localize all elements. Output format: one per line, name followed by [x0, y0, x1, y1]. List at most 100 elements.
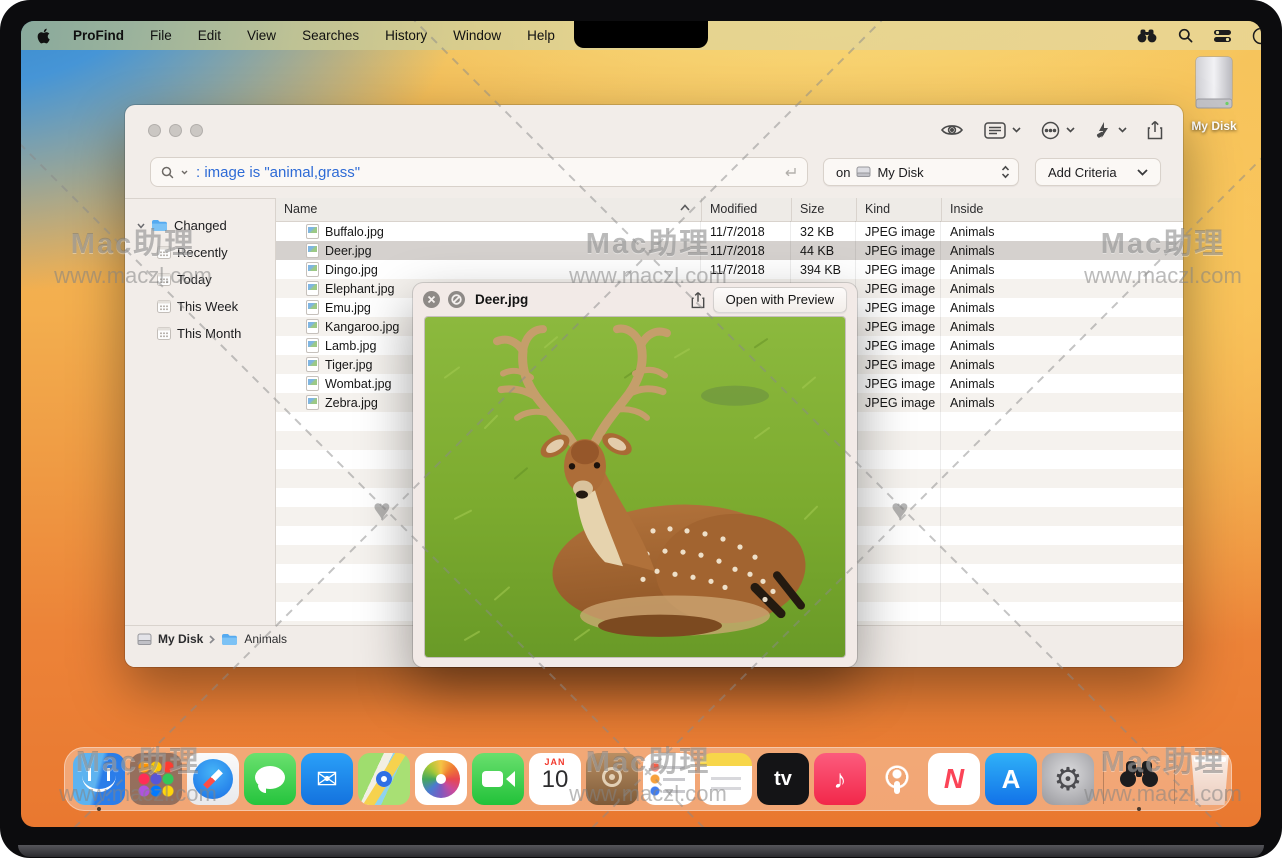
list-view-control[interactable]: [984, 122, 1021, 139]
menu-item-help[interactable]: Help: [514, 21, 568, 50]
dock-item-profind[interactable]: [1113, 753, 1165, 805]
music-glyph: ♪: [814, 753, 866, 805]
menu-item-history[interactable]: History: [372, 21, 440, 50]
launchpad-icon: [130, 753, 182, 805]
jpeg-file-icon: [306, 357, 319, 372]
quick-actions-control[interactable]: [1095, 121, 1127, 139]
clock-icon[interactable]: [1252, 27, 1261, 45]
calendar-icon: [157, 327, 171, 340]
table-header: Name Modified Size Kind Inside: [276, 198, 1183, 222]
dock-item-mail[interactable]: ✉: [301, 753, 353, 805]
table-row[interactable]: Deer.jpg11/7/201844 KBJPEG imageAnimals: [276, 241, 1183, 260]
sidebar: ChangedRecentlyTodayThis WeekThis Month: [125, 199, 275, 625]
disk-label: My Disk: [1181, 119, 1247, 133]
add-criteria-label: Add Criteria: [1048, 165, 1117, 180]
column-header-modified[interactable]: Modified: [701, 198, 791, 221]
column-header-kind[interactable]: Kind: [856, 198, 941, 221]
dock-item-reminders[interactable]: [643, 753, 695, 805]
menu-item-edit[interactable]: Edit: [185, 21, 234, 50]
hard-drive-icon: [1188, 55, 1240, 117]
dock-item-music[interactable]: ♪: [814, 753, 866, 805]
menu-item-searches[interactable]: Searches: [289, 21, 372, 50]
camera-notch: [574, 21, 708, 48]
cell-name: Emu.jpg: [325, 301, 371, 315]
open-with-preview-button[interactable]: Open with Preview: [713, 287, 847, 313]
scope-prefix: on: [836, 165, 850, 180]
column-header-size[interactable]: Size: [791, 198, 856, 221]
search-field[interactable]: : image is "animal,grass": [150, 157, 808, 187]
cell-name: Deer.jpg: [325, 244, 372, 258]
dock-item-podcasts[interactable]: [871, 753, 923, 805]
preview-image-deer: [425, 317, 845, 657]
dock-item-safari[interactable]: [187, 753, 239, 805]
dock-item-maps[interactable]: [358, 753, 410, 805]
sidebar-item-today[interactable]: Today: [125, 266, 275, 293]
path-segment-folder[interactable]: Animals: [244, 632, 287, 646]
dock-item-facetime[interactable]: [472, 753, 524, 805]
cell-kind: JPEG image: [856, 339, 941, 353]
table-row[interactable]: Buffalo.jpg11/7/201832 KBJPEG imageAnima…: [276, 222, 1183, 241]
dock-item-notes[interactable]: [700, 753, 752, 805]
sidebar-item-this-week[interactable]: This Week: [125, 293, 275, 320]
dock-item-finder[interactable]: [73, 753, 125, 805]
dock-item-launchpad[interactable]: [130, 753, 182, 805]
search-query[interactable]: : image is "animal,grass": [196, 164, 360, 181]
search-icon: [161, 166, 176, 179]
quicklook-fullscreen-button[interactable]: [448, 291, 465, 308]
quicklook-close-button[interactable]: [423, 291, 440, 308]
running-indicator-dot: [97, 807, 101, 811]
search-scope-popup[interactable]: on My Disk: [823, 158, 1019, 186]
cell-kind: JPEG image: [856, 263, 941, 277]
dock-item-news[interactable]: N: [928, 753, 980, 805]
cell-name: Kangaroo.jpg: [325, 320, 399, 334]
table-row[interactable]: Dingo.jpg11/7/2018394 KBJPEG imageAnimal…: [276, 260, 1183, 279]
quicklook-eye-icon[interactable]: [940, 122, 964, 138]
spotlight-search-icon[interactable]: [1178, 28, 1193, 43]
cell-size: 44 KB: [791, 244, 856, 258]
dock-item-photos[interactable]: [415, 753, 467, 805]
jpeg-file-icon: [306, 224, 319, 239]
menu-item-window[interactable]: Window: [440, 21, 514, 50]
column-header-name[interactable]: Name: [276, 198, 701, 221]
more-options-control[interactable]: [1041, 121, 1075, 140]
menu-item-file[interactable]: File: [137, 21, 185, 50]
dock-item-messages[interactable]: [244, 753, 296, 805]
safari-icon: [187, 753, 239, 805]
mail-icon: ✉: [301, 753, 353, 805]
sidebar-item-changed[interactable]: Changed: [125, 212, 275, 239]
chevron-down-icon: [1118, 127, 1127, 133]
share-icon[interactable]: [691, 291, 705, 309]
cell-name: Zebra.jpg: [325, 396, 378, 410]
cell-name: Elephant.jpg: [325, 282, 395, 296]
dock-item-settings[interactable]: ⚙: [1042, 753, 1094, 805]
cell-name: Dingo.jpg: [325, 263, 378, 277]
profind-binoculars-icon[interactable]: [1137, 28, 1157, 43]
minimize-button[interactable]: [169, 124, 182, 137]
dock-item-trash[interactable]: [1184, 753, 1236, 805]
search-menu-chevron-icon[interactable]: [181, 170, 188, 175]
apple-menu-icon[interactable]: [21, 28, 60, 44]
path-chevron-icon: [209, 635, 215, 644]
close-button[interactable]: [148, 124, 161, 137]
share-icon[interactable]: [1147, 120, 1163, 140]
cell-kind: JPEG image: [856, 377, 941, 391]
zoom-button[interactable]: [190, 124, 203, 137]
sidebar-item-this-month[interactable]: This Month: [125, 320, 275, 347]
disclosure-chevron-icon[interactable]: [137, 223, 145, 229]
sidebar-item-recently[interactable]: Recently: [125, 239, 275, 266]
control-center-icon[interactable]: [1214, 30, 1231, 42]
profind-icon: [1113, 753, 1165, 805]
cell-kind: JPEG image: [856, 358, 941, 372]
menu-app-name[interactable]: ProFind: [60, 21, 137, 50]
menu-item-view[interactable]: View: [234, 21, 289, 50]
dock-item-contacts[interactable]: [586, 753, 638, 805]
add-criteria-button[interactable]: Add Criteria: [1035, 158, 1161, 186]
dock-item-tv[interactable]: tv: [757, 753, 809, 805]
dock-item-appstore[interactable]: A: [985, 753, 1037, 805]
column-header-inside[interactable]: Inside: [941, 198, 1183, 221]
dock-item-calendar[interactable]: JAN10: [529, 753, 581, 805]
jpeg-file-icon: [306, 262, 319, 277]
desktop-disk-icon[interactable]: My Disk: [1181, 55, 1247, 133]
path-segment-disk[interactable]: My Disk: [158, 632, 203, 646]
jpeg-file-icon: [306, 395, 319, 410]
